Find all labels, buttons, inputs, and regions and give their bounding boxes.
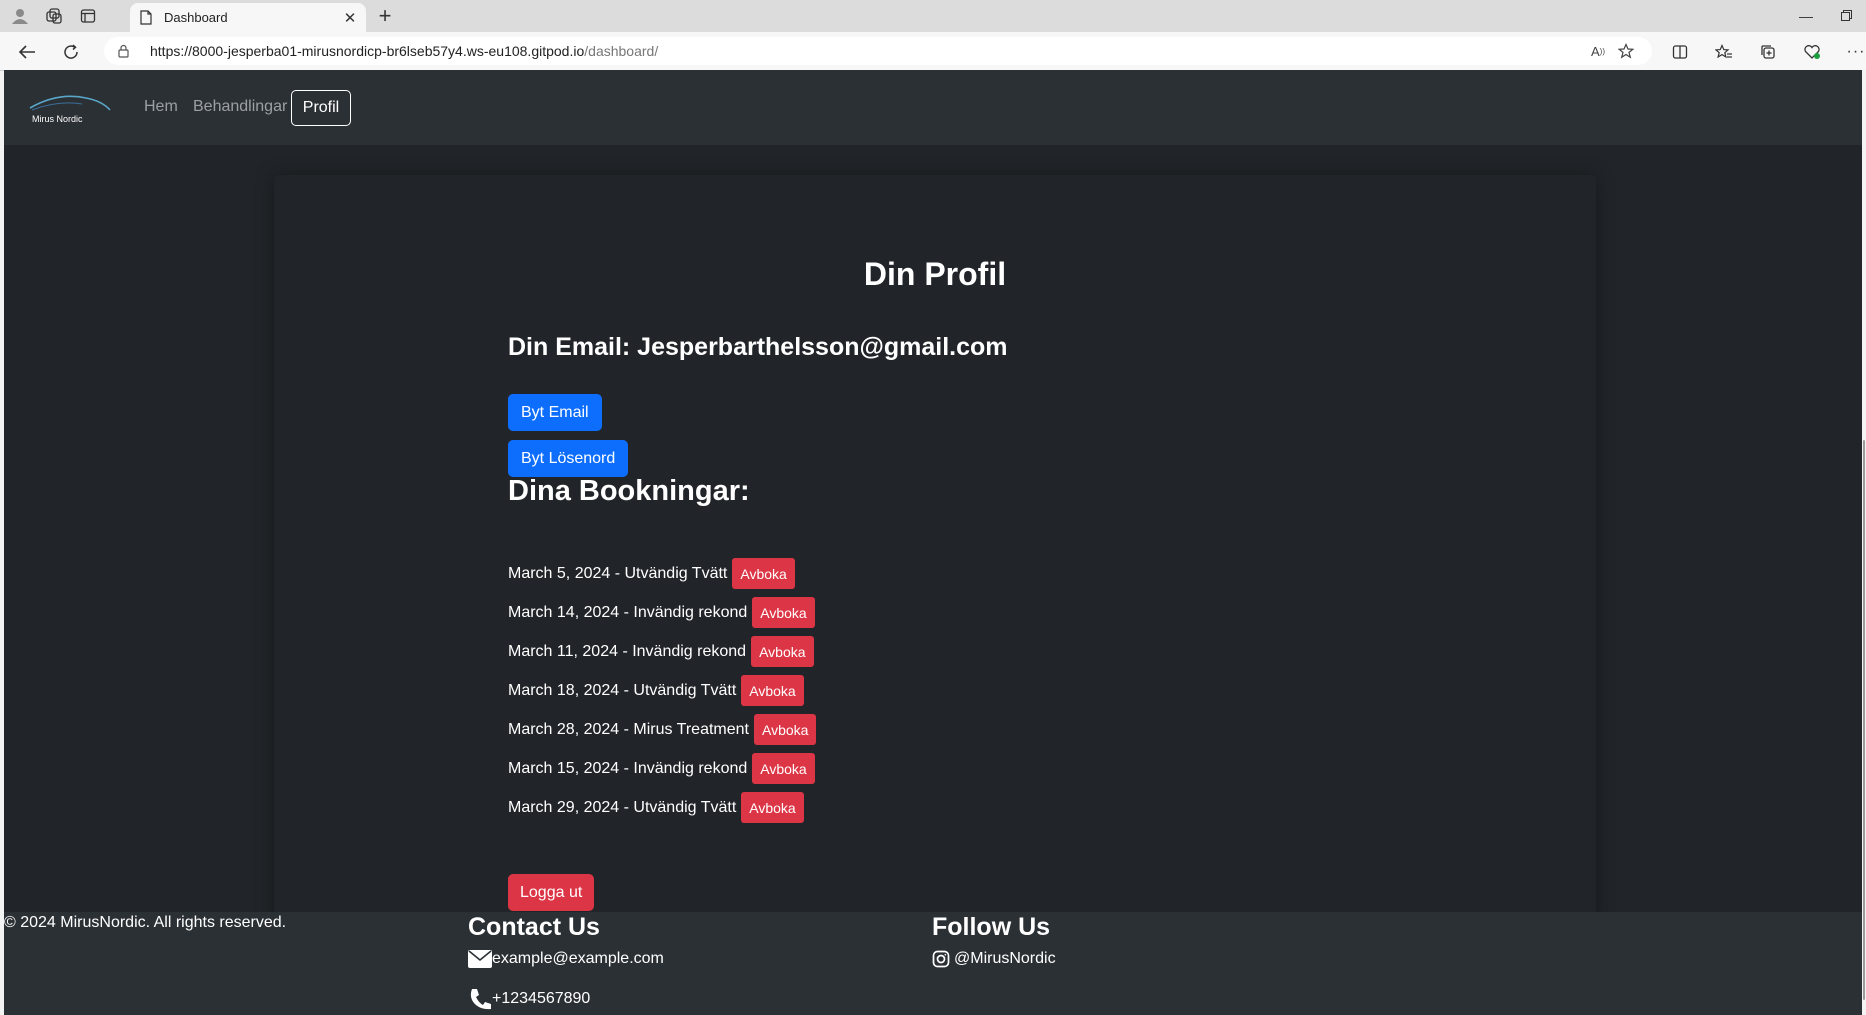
contact-email-text: example@example.com [492,950,664,967]
tab-dashboard[interactable]: Dashboard ✕ [130,3,366,32]
address-bar-row: https://8000-jesperba01-mirusnordicp-br6… [0,32,1866,71]
contact-phone: +1234567890 [468,988,590,1010]
booking-text: March 14, 2024 - Invändig rekond [508,603,748,621]
profile-icon[interactable] [8,4,32,28]
url-text: https://8000-jesperba01-mirusnordicp-br6… [150,43,659,59]
logo[interactable]: Mirus Nordic [28,90,114,126]
tab-title: Dashboard [164,10,228,25]
cancel-booking-button[interactable]: Avboka [732,558,795,589]
cancel-booking-button[interactable]: Avboka [752,753,815,784]
nav-link-profil[interactable]: Profil [291,90,351,126]
browser-tab-bar: Dashboard ✕ + — [0,0,1866,32]
contact-phone-text: +1234567890 [492,990,591,1007]
page-title: Din Profil [863,256,1007,292]
url-field[interactable]: https://8000-jesperba01-mirusnordicp-br6… [104,37,1652,65]
cancel-booking-button[interactable]: Avboka [741,792,804,823]
instagram-handle: @MirusNordic [954,950,1056,967]
cancel-booking-button[interactable]: Avboka [741,675,804,706]
svg-text:Mirus Nordic: Mirus Nordic [32,114,83,124]
booking-item: March 11, 2024 - Invändig rekond Avboka [508,636,814,667]
booking-item: March 15, 2024 - Invändig rekond Avboka [508,753,815,784]
email-heading: Din Email: Jesperbarthelsson@gmail.com [508,333,1008,361]
reload-icon[interactable] [58,39,84,65]
booking-item: March 18, 2024 - Utvändig Tvätt Avboka [508,675,804,706]
nav-link-behandlingar[interactable]: Behandlingar [193,98,287,116]
change-password-button[interactable]: Byt Lösenord [508,440,629,477]
booking-item: March 14, 2024 - Invändig rekond Avboka [508,597,815,628]
favorite-icon[interactable] [1612,39,1640,63]
booking-item: March 29, 2024 - Utvändig Tvätt Avboka [508,792,804,823]
cancel-booking-button[interactable]: Avboka [751,636,814,667]
booking-text: March 18, 2024 - Utvändig Tvätt [508,681,737,699]
booking-text: March 29, 2024 - Utvändig Tvätt [508,798,737,816]
read-aloud-icon[interactable]: A)) [1584,39,1612,63]
instagram-link[interactable]: @MirusNordic [932,950,1056,968]
doc-icon [140,10,154,26]
logout-button[interactable]: Logga ut [508,874,595,911]
booking-item: March 28, 2024 - Mirus Treatment Avboka [508,714,817,745]
booking-text: March 5, 2024 - Utvändig Tvätt [508,564,728,582]
bookings-heading: Dina Bookningar: [508,475,750,507]
site-navbar: Mirus Nordic Hem Behandlingar Profil [4,70,1862,145]
workspaces-icon[interactable] [42,4,66,28]
booking-text: March 28, 2024 - Mirus Treatment [508,720,749,738]
copyright: © 2024 MirusNordic. All rights reserved. [4,914,287,931]
tab-actions-icon[interactable] [76,4,100,28]
close-icon[interactable]: ✕ [340,9,360,27]
contact-email: example@example.com [468,950,664,968]
site-footer: © 2024 MirusNordic. All rights reserved.… [4,912,1862,1015]
more-icon[interactable]: ··· [1843,39,1866,65]
favorites-icon[interactable] [1711,39,1737,65]
envelope-icon [468,950,492,968]
phone-icon [468,988,492,1010]
profile-card: Din Profil Din Email: Jesperbarthelsson@… [274,175,1596,930]
cancel-booking-button[interactable]: Avboka [753,714,817,745]
follow-heading: Follow Us [932,913,1051,941]
booking-text: March 11, 2024 - Invändig rekond [508,642,747,660]
new-tab-icon[interactable]: + [372,3,398,29]
browser-essentials-icon[interactable] [1799,39,1825,65]
minimize-icon[interactable]: — [1786,4,1826,28]
split-screen-icon[interactable] [1667,39,1693,65]
booking-text: March 15, 2024 - Invändig rekond [508,759,748,777]
restore-icon[interactable] [1826,4,1866,28]
collections-icon[interactable] [1755,39,1781,65]
nav-link-hem[interactable]: Hem [144,98,178,116]
instagram-icon [932,950,950,968]
lock-icon[interactable] [118,44,138,58]
booking-item: March 5, 2024 - Utvändig Tvätt Avboka [508,558,795,589]
cancel-booking-button[interactable]: Avboka [752,597,815,628]
change-email-button[interactable]: Byt Email [508,394,602,431]
contact-heading: Contact Us [468,913,600,941]
back-icon[interactable] [14,39,40,65]
scrollbar-thumb[interactable] [1863,440,1865,1000]
page: Mirus Nordic Hem Behandlingar Profil Din… [4,70,1862,1015]
